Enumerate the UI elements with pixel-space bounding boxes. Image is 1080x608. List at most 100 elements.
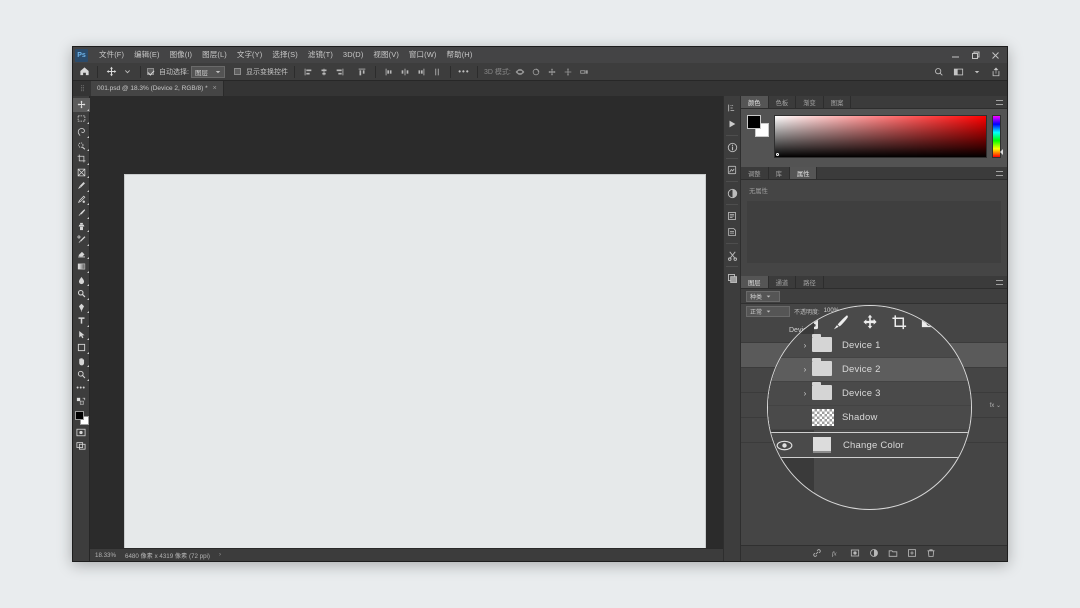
panel-menu-icon[interactable] [996,171,1003,176]
panel-menu-icon[interactable] [996,280,1003,285]
visibility-toggle[interactable] [743,343,763,368]
move-tool[interactable] [73,98,90,112]
history-icon[interactable] [723,100,741,116]
arrange-documents-icon[interactable] [951,65,965,79]
quick-select-tool[interactable] [73,139,90,153]
menu-item-view[interactable]: 视图(V) [368,47,404,63]
blur-tool[interactable] [73,274,90,288]
menu-item-help[interactable]: 帮助(H) [442,47,478,63]
document-tab[interactable]: 001.psd @ 18.3% (Device 2, RGB/8) * × [91,81,224,96]
align-top-icon[interactable] [355,65,369,79]
tab-libraries[interactable]: 库 [769,167,790,179]
crop-tool[interactable] [73,152,90,166]
path-select-tool[interactable] [73,328,90,342]
info-icon[interactable] [723,139,741,155]
list-item[interactable]: › Device 3 [768,382,971,406]
dist-vert-icon[interactable] [430,65,444,79]
camera-icon[interactable] [921,316,937,329]
type-tool[interactable] [73,314,90,328]
share-icon[interactable] [989,65,1003,79]
screen-mode-icon[interactable] [73,439,90,453]
dist-center-icon[interactable] [398,65,412,79]
paragraph-styles-icon[interactable] [723,208,741,224]
edit-toolbar-button[interactable]: ••• [73,382,90,396]
chevron-right-icon[interactable]: › [798,365,812,374]
hue-strip[interactable] [992,115,1003,158]
delete-layer-icon[interactable] [926,545,936,562]
tool-preset-chevron-icon[interactable] [120,65,134,79]
visibility-toggle[interactable] [769,440,799,451]
frame-tool[interactable] [73,166,90,180]
layer-filter-kind-dropdown[interactable]: 种类 [746,290,780,302]
list-item[interactable]: › Device 2 [768,358,971,382]
duplicate-icon[interactable] [723,270,741,286]
align-left-icon[interactable] [301,65,315,79]
color-ramp[interactable] [774,115,987,158]
dodge-tool[interactable] [73,287,90,301]
roll-icon[interactable] [529,65,543,79]
menu-item-layer[interactable]: 图层(L) [197,47,232,63]
transform-icon[interactable] [891,314,908,331]
artboard[interactable] [124,174,706,560]
tab-layers[interactable]: 图层 [741,276,769,288]
visibility-toggle[interactable] [743,393,763,418]
tab-color[interactable]: 颜色 [741,96,769,108]
chevron-right-icon[interactable]: › [798,341,812,350]
brush-tool[interactable] [73,206,90,220]
menu-item-filter[interactable]: 滤镜(T) [303,47,338,63]
show-transform-checkbox[interactable] [233,68,241,75]
gradient-tool[interactable] [73,260,90,274]
slide-icon[interactable] [561,65,575,79]
scissors-icon[interactable] [723,247,741,263]
shape-tool[interactable] [73,341,90,355]
close-icon[interactable] [985,47,1005,63]
spot-heal-tool[interactable] [73,193,90,207]
tab-swatches[interactable]: 色板 [769,96,797,108]
auto-select-dropdown[interactable]: 图层 [190,65,225,78]
hand-tool[interactable] [73,355,90,369]
align-center-h-icon[interactable] [317,65,331,79]
dist-left-icon[interactable] [382,65,396,79]
dock-grip-icon[interactable]: ⣿ [73,81,91,96]
orbit-icon[interactable] [513,65,527,79]
visibility-toggle[interactable] [743,418,763,443]
layer-style-fx-icon[interactable]: fx [831,545,841,562]
clone-stamp-tool[interactable] [73,220,90,234]
tab-adjustments[interactable]: 调整 [741,167,769,179]
menu-item-edit[interactable]: 编辑(E) [129,47,165,63]
brush-icon[interactable] [832,314,849,330]
list-item[interactable]: Change Color [768,432,971,458]
actions-icon[interactable] [723,116,741,132]
minimize-icon[interactable] [945,47,965,63]
menu-item-image[interactable]: 图像(I) [165,47,198,63]
list-item[interactable]: Shadow [768,406,971,430]
panel-menu-icon[interactable] [996,100,1003,105]
link-layers-icon[interactable] [812,545,822,562]
chevron-down-icon[interactable] [970,65,984,79]
restore-icon[interactable] [965,47,985,63]
auto-select-checkbox[interactable] [147,68,154,75]
layer-mask-icon[interactable] [850,545,860,562]
new-group-icon[interactable] [888,545,898,562]
home-icon[interactable] [77,65,91,79]
dist-right-icon[interactable] [414,65,428,79]
adjustment-layer-icon[interactable] [869,545,879,562]
tab-channels[interactable]: 通道 [769,276,797,288]
move-icon[interactable] [862,314,878,330]
new-layer-icon[interactable] [907,545,917,562]
channels-icon[interactable] [723,162,741,178]
menu-item-file[interactable]: 文件(F) [94,47,129,63]
notes-icon[interactable] [723,224,741,240]
chevron-right-icon[interactable]: › [798,389,812,398]
zoom-tool[interactable] [73,368,90,382]
tab-properties[interactable]: 属性 [789,167,818,179]
visibility-toggle[interactable] [743,368,763,393]
menu-item-3d[interactable]: 3D(D) [338,47,369,63]
more-options-button[interactable]: ••• [457,65,471,79]
tab-paths[interactable]: 路径 [796,276,824,288]
pan-icon[interactable] [545,65,559,79]
align-right-icon[interactable] [333,65,347,79]
eyedropper-tool[interactable] [73,179,90,193]
adjustments-icon[interactable] [723,185,741,201]
close-icon[interactable]: × [213,85,217,92]
